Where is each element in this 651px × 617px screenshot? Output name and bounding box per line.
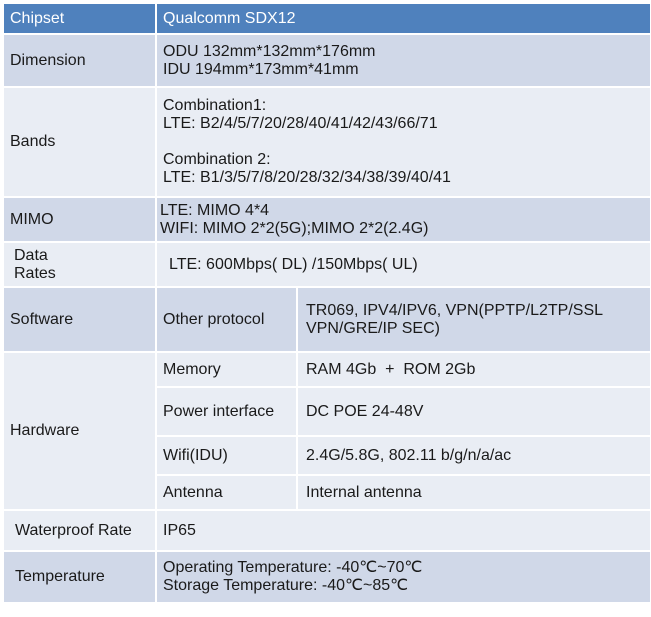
hardware-power-label: Power interface [155,386,298,437]
software-label: Software [2,286,157,353]
waterproof-label: Waterproof Rate [2,509,157,552]
mimo-row: MIMO LTE: MIMO 4*4 WIFI: MIMO 2*2(5G);MI… [2,196,651,243]
chipset-value-text: Qualcomm SDX12 [163,9,296,27]
software-label-text: Software [10,310,74,328]
software-value: TR069, IPV4/IPV6, VPN(PPTP/L2TP/SSL VPN/… [296,286,651,353]
mimo-lte: LTE: MIMO 4*4 [160,201,270,219]
hardware-memory-value-text: RAM 4Gb + ROM 2Gb [306,360,476,378]
hardware-row: Hardware Memory RAM 4Gb + ROM 2Gb [2,351,651,511]
temperature-operating: Operating Temperature: -40℃~70℃ [163,559,423,576]
bands-label-text: Bands [10,133,56,150]
hardware-power-value: DC POE 24-48V [296,386,651,437]
hardware-antenna-value: Internal antenna [296,474,651,511]
hardware-antenna-value-text: Internal antenna [306,483,422,501]
data-rates-value: LTE: 600Mbps( DL) /150Mbps( UL) [155,241,651,288]
dimension-odu: ODU 132mm*132mm*176mm [163,42,376,60]
temperature-row: Temperature Operating Temperature: -40℃~… [2,550,651,604]
hardware-antenna-label: Antenna [155,474,298,511]
data-rates-label: Data Rates [2,241,157,288]
hardware-wifi-value: 2.4G/5.8G, 802.11 b/g/n/a/ac [296,435,651,476]
mimo-value: LTE: MIMO 4*4 WIFI: MIMO 2*2(5G);MIMO 2*… [155,196,651,243]
waterproof-value-text: IP65 [163,521,196,539]
hardware-memory-label-text: Memory [163,360,221,378]
waterproof-row: Waterproof Rate IP65 [2,509,651,552]
chipset-value: Qualcomm SDX12 [155,2,651,35]
hardware-antenna-label-text: Antenna [163,483,223,501]
hardware-power-value-text: DC POE 24-48V [306,402,424,420]
bands-row: Bands Combination1: LTE: B2/4/5/7/20/28/… [2,86,651,198]
hardware-label-text: Hardware [10,422,80,439]
bands-combination1-title: Combination1: [163,97,267,114]
bands-value: Combination1: LTE: B2/4/5/7/20/28/40/41/… [155,86,651,198]
hardware-wifi-label-text: Wifi(IDU) [163,446,228,464]
bands-label: Bands [2,86,157,198]
software-value-line1: TR069, IPV4/IPV6, VPN(PPTP/L2TP/SSL [306,301,604,319]
data-rates-value-text: LTE: 600Mbps( DL) /150Mbps( UL) [169,255,418,273]
temperature-label-text: Temperature [15,568,105,585]
software-sub-label: Other protocol [155,286,298,353]
dimension-idu: IDU 194mm*173mm*41mm [163,60,359,78]
temperature-storage: Storage Temperature: -40℃~85℃ [163,577,409,594]
software-value-line2: VPN/GRE/IP SEC) [306,319,440,337]
data-rates-label-line2: Rates [14,264,56,282]
software-row: Software Other protocol TR069, IPV4/IPV6… [2,286,651,353]
waterproof-label-text: Waterproof Rate [15,521,132,539]
mimo-label: MIMO [2,196,157,243]
hardware-power-label-text: Power interface [163,402,275,420]
chipset-row: Chipset Qualcomm SDX12 [2,2,651,35]
hardware-label: Hardware [2,351,157,511]
mimo-label-text: MIMO [10,210,54,228]
hardware-memory-value: RAM 4Gb + ROM 2Gb [296,351,651,388]
hardware-wifi-value-text: 2.4G/5.8G, 802.11 b/g/n/a/ac [306,446,512,464]
hardware-memory-label: Memory [155,351,298,388]
spec-table: Chipset Qualcomm SDX12 Dimension ODU 132… [2,2,651,604]
mimo-wifi: WIFI: MIMO 2*2(5G);MIMO 2*2(2.4G) [160,219,429,237]
bands-combination2-title: Combination 2: [163,151,271,168]
bands-combination2-value: LTE: B1/3/5/7/8/20/28/32/34/38/39/40/41 [163,169,451,186]
software-sub-label-text: Other protocol [163,310,265,328]
chipset-label: Chipset [2,2,157,35]
temperature-label: Temperature [2,550,157,604]
waterproof-value: IP65 [155,509,651,552]
data-rates-row: Data Rates LTE: 600Mbps( DL) /150Mbps( U… [2,241,651,288]
temperature-value: Operating Temperature: -40℃~70℃ Storage … [155,550,651,604]
dimension-row: Dimension ODU 132mm*132mm*176mm IDU 194m… [2,33,651,88]
hardware-wifi-label: Wifi(IDU) [155,435,298,476]
bands-combination1-value: LTE: B2/4/5/7/20/28/40/41/42/43/66/71 [163,115,438,132]
dimension-value: ODU 132mm*132mm*176mm IDU 194mm*173mm*41… [155,33,651,88]
dimension-label: Dimension [2,33,157,88]
data-rates-label-line1: Data [14,246,48,264]
bands-spacer [163,133,650,151]
dimension-label-text: Dimension [10,51,86,69]
chipset-label-text: Chipset [10,9,65,27]
